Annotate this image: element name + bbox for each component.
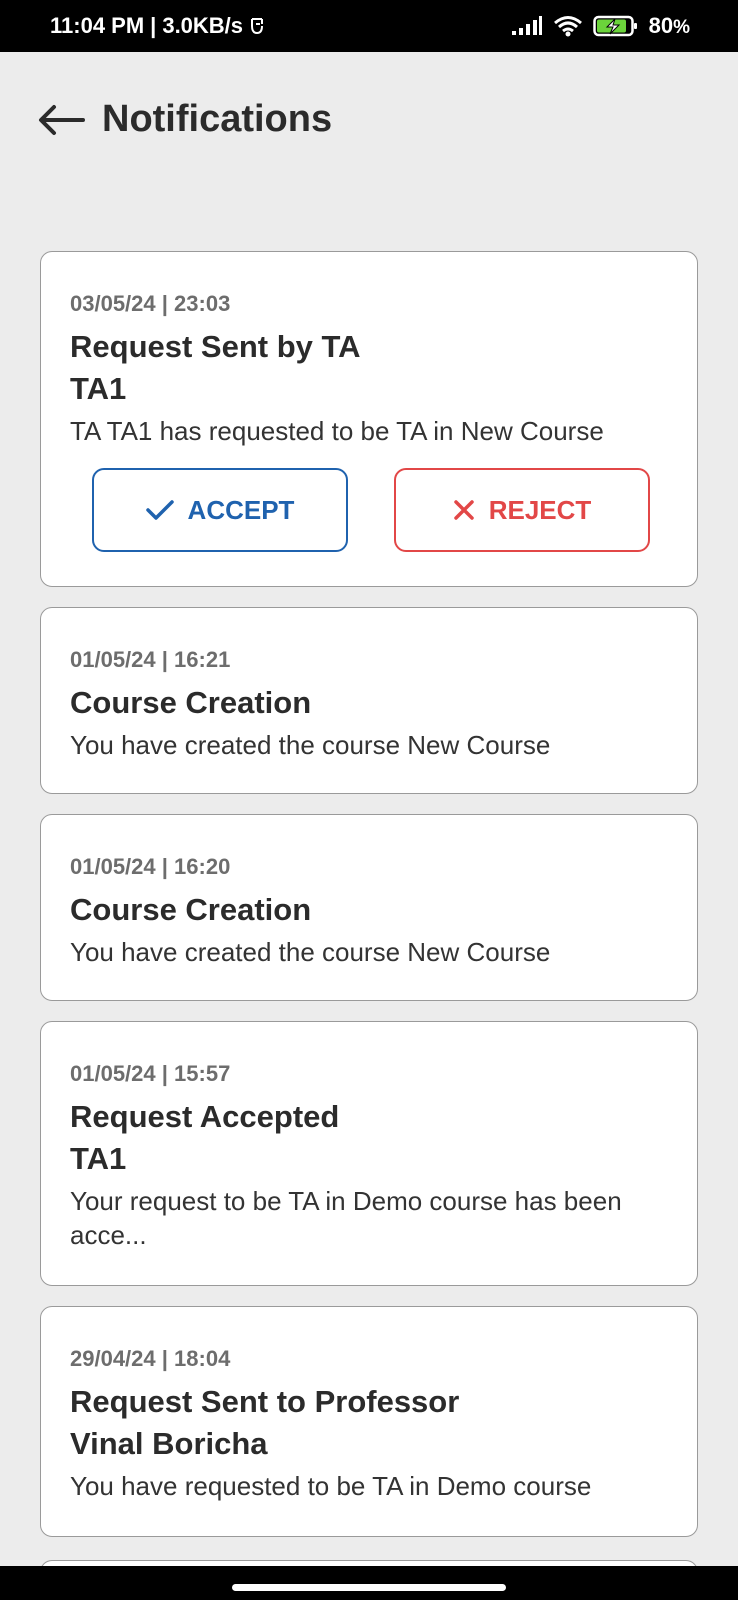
notification-datetime: 03/05/24 | 23:03 <box>70 291 231 316</box>
notification-message: You have created the course New Course <box>70 937 551 967</box>
notification-subtitle: TA1 <box>70 371 127 406</box>
notification-message: TA TA1 has requested to be TA in New Cou… <box>70 416 604 446</box>
notification-card[interactable]: 03/05/24 | 23:03 Request Sent by TA TA1 … <box>40 251 698 587</box>
status-network-speed: 3.0KB/s <box>162 13 244 38</box>
notification-title: Course Creation <box>70 685 312 720</box>
notification-message: Your request to be TA in Demo course has… <box>70 1186 622 1250</box>
notification-title: Request Sent to Professor <box>70 1384 460 1419</box>
reject-label: REJECT <box>488 494 592 525</box>
notification-actions: ACCEPT REJECT <box>70 468 669 581</box>
battery-percent: 80 <box>648 13 674 38</box>
signal-icon <box>511 16 543 36</box>
status-separator: | <box>150 13 157 38</box>
notification-message: You have requested to be TA in Demo cour… <box>70 1471 592 1501</box>
check-icon <box>145 500 174 520</box>
app-header: Notifications <box>0 52 738 187</box>
notification-subtitle: TA1 <box>70 1141 127 1176</box>
reject-button[interactable]: REJECT <box>394 468 650 552</box>
notification-time: 18:04 <box>174 1346 231 1371</box>
notification-date: 01/05/24 <box>70 1061 156 1086</box>
notification-card[interactable]: 01/05/24 | 16:20 Course Creation You hav… <box>40 814 698 1001</box>
back-button[interactable] <box>36 100 86 140</box>
status-time: 11:04 PM <box>50 13 145 38</box>
notification-time: 15:57 <box>174 1061 231 1086</box>
notification-card[interactable]: 01/05/24 | 15:57 Request Accepted TA1 Yo… <box>40 1021 698 1286</box>
notification-datetime: 01/05/24 | 16:21 <box>70 647 231 672</box>
status-right: 80% <box>511 13 690 39</box>
back-arrow-icon <box>39 104 85 135</box>
notification-title: Course Creation <box>70 892 312 927</box>
notification-card[interactable]: 29/04/24 | 18:04 Request Sent to Profess… <box>40 1306 698 1537</box>
battery-percent-symbol: % <box>673 17 690 38</box>
system-nav-bar <box>0 1566 738 1600</box>
notification-list: 03/05/24 | 23:03 Request Sent by TA TA1 … <box>40 251 698 1557</box>
notification-time: 16:20 <box>174 854 231 879</box>
notification-time: 16:21 <box>174 647 231 672</box>
notification-subtitle: Vinal Boricha <box>70 1426 268 1461</box>
notification-time: 23:03 <box>174 291 231 316</box>
accept-button[interactable]: ACCEPT <box>92 468 348 552</box>
status-bar: 11:04 PM | 3.0KB/s 80% <box>0 0 738 52</box>
battery-charging-icon <box>592 15 639 37</box>
notification-title: Request Sent by TA <box>70 329 361 364</box>
data-saver-icon <box>249 16 265 36</box>
close-icon <box>453 500 474 520</box>
wifi-icon <box>553 15 583 37</box>
home-gesture-handle[interactable] <box>232 1584 506 1591</box>
notification-datetime: 01/05/24 | 16:20 <box>70 854 231 879</box>
notification-datetime: 29/04/24 | 18:04 <box>70 1346 231 1371</box>
notification-date: 29/04/24 <box>70 1346 156 1371</box>
notification-date: 01/05/24 <box>70 854 156 879</box>
notification-date: 01/05/24 <box>70 647 156 672</box>
notification-date: 03/05/24 <box>70 291 156 316</box>
notification-message: You have created the course New Course <box>70 730 551 760</box>
notification-card[interactable]: 01/05/24 | 16:21 Course Creation You hav… <box>40 607 698 794</box>
notification-title: Request Accepted <box>70 1099 340 1134</box>
page-title: Notifications <box>102 98 333 140</box>
accept-label: ACCEPT <box>187 494 295 525</box>
status-left: 11:04 PM | 3.0KB/s <box>50 13 265 39</box>
notification-datetime: 01/05/24 | 15:57 <box>70 1061 231 1086</box>
